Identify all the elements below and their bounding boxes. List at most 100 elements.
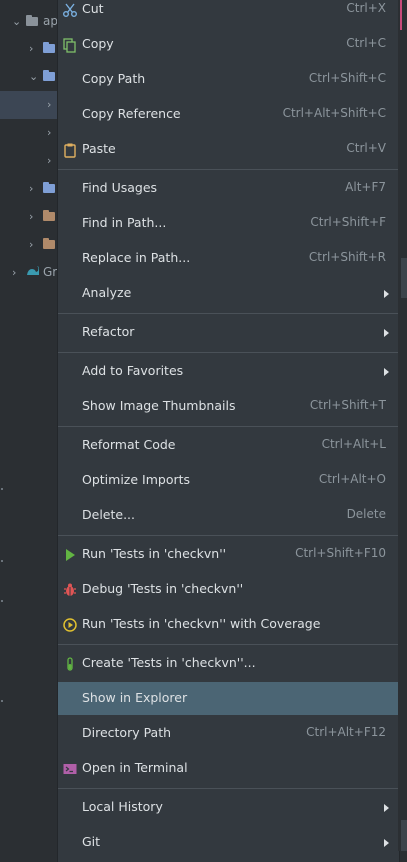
menu-item-copy[interactable]: Copy Ctrl+C xyxy=(58,28,399,61)
debug-icon xyxy=(62,582,78,598)
menu-item-label: Add to Favorites xyxy=(82,363,184,378)
scrollbar-thumb[interactable] xyxy=(401,258,407,298)
menu-item-label: Cut xyxy=(82,1,104,16)
chevron-right-icon[interactable]: › xyxy=(29,210,33,224)
menu-item-copy-path[interactable]: Copy Path Ctrl+Shift+C xyxy=(58,63,399,96)
scrollbar-thumb[interactable] xyxy=(401,820,407,851)
menu-item-find-usages[interactable]: Find Usages Alt+F7 xyxy=(58,172,399,205)
submenu-arrow-icon xyxy=(384,368,389,376)
menu-item-run-with-coverage[interactable]: Run 'Tests in 'checkvn'' with Coverage xyxy=(58,608,399,641)
menu-item-label: Show Image Thumbnails xyxy=(82,398,236,413)
shortcut-label: Delete xyxy=(346,507,386,521)
copy-icon xyxy=(62,37,78,53)
shortcut-label: Ctrl+Shift+F xyxy=(310,215,386,229)
menu-separator xyxy=(58,169,399,170)
menu-item-local-history[interactable]: Local History xyxy=(58,791,399,824)
shortcut-label: Alt+F7 xyxy=(345,180,386,194)
run-icon xyxy=(62,547,78,563)
tree-row-root[interactable]: ⌄ ap xyxy=(0,8,58,36)
tree-row[interactable]: ⌄ xyxy=(0,63,58,91)
menu-item-label: Find Usages xyxy=(82,180,158,195)
tree-row[interactable]: › xyxy=(0,203,58,231)
menu-separator xyxy=(58,352,399,353)
menu-separator xyxy=(58,313,399,314)
shortcut-label: Ctrl+Shift+C xyxy=(308,71,386,85)
folder-icon xyxy=(43,210,55,221)
folder-icon xyxy=(43,238,55,249)
menu-item-label: Optimize Imports xyxy=(82,472,191,487)
chevron-down-icon[interactable]: ⌄ xyxy=(29,70,38,84)
menu-item-paste[interactable]: Paste Ctrl+V xyxy=(58,133,399,166)
tree-root-label: ap xyxy=(43,14,58,28)
tree-row[interactable]: › xyxy=(0,35,58,63)
menu-item-show-in-explorer[interactable]: Show in Explorer xyxy=(58,682,399,715)
tree-row[interactable]: › xyxy=(0,231,58,259)
menu-separator xyxy=(58,535,399,536)
chevron-right-icon[interactable]: › xyxy=(47,126,51,140)
menu-item-run-tests[interactable]: Run 'Tests in 'checkvn'' Ctrl+Shift+F10 xyxy=(58,538,399,571)
menu-item-refactor[interactable]: Refactor xyxy=(58,316,399,349)
shortcut-label: Ctrl+Alt+O xyxy=(318,472,386,486)
folder-icon xyxy=(43,70,55,81)
shortcut-label: Ctrl+Alt+F12 xyxy=(306,725,386,739)
error-marker xyxy=(400,0,402,30)
menu-item-open-in-terminal[interactable]: Open in Terminal xyxy=(58,752,399,785)
chevron-right-icon[interactable]: › xyxy=(29,42,33,56)
scissors-icon xyxy=(62,2,78,18)
menu-item-show-image-thumbnails[interactable]: Show Image Thumbnails Ctrl+Shift+T xyxy=(58,390,399,423)
clipboard-icon xyxy=(62,142,78,158)
menu-item-find-in-path[interactable]: Find in Path... Ctrl+Shift+F xyxy=(58,207,399,240)
menu-item-label: Create 'Tests in 'checkvn''... xyxy=(82,655,256,670)
shortcut-label: Ctrl+Shift+F10 xyxy=(295,546,386,560)
menu-item-label: Paste xyxy=(82,141,116,156)
menu-item-debug-tests[interactable]: Debug 'Tests in 'checkvn'' xyxy=(58,573,399,606)
menu-item-label: Reformat Code xyxy=(82,437,176,452)
menu-item-delete[interactable]: Delete... Delete xyxy=(58,499,399,532)
submenu-arrow-icon xyxy=(384,804,389,812)
menu-item-label: Copy Path xyxy=(82,71,146,86)
chevron-right-icon[interactable]: › xyxy=(29,182,33,196)
menu-item-directory-path[interactable]: Directory Path Ctrl+Alt+F12 xyxy=(58,717,399,750)
chevron-right-icon[interactable]: › xyxy=(47,154,51,168)
menu-item-git[interactable]: Git xyxy=(58,826,399,859)
editor-scroll-strip xyxy=(398,0,407,851)
shortcut-label: Ctrl+Alt+L xyxy=(321,437,386,451)
gradle-icon xyxy=(26,265,40,277)
menu-item-label: Debug 'Tests in 'checkvn'' xyxy=(82,581,244,596)
menu-item-add-to-favorites[interactable]: Add to Favorites xyxy=(58,355,399,388)
chevron-right-icon[interactable]: › xyxy=(12,266,16,280)
menu-item-optimize-imports[interactable]: Optimize Imports Ctrl+Alt+O xyxy=(58,464,399,497)
menu-item-label: Copy Reference xyxy=(82,106,181,121)
menu-item-label: Directory Path xyxy=(82,725,172,740)
menu-item-label: Delete... xyxy=(82,507,135,522)
submenu-arrow-icon xyxy=(384,329,389,337)
tree-row[interactable]: › xyxy=(0,147,58,175)
menu-separator xyxy=(58,644,399,645)
terminal-icon xyxy=(62,761,78,777)
menu-item-reformat-code[interactable]: Reformat Code Ctrl+Alt+L xyxy=(58,429,399,462)
menu-item-label: Local History xyxy=(82,799,163,814)
menu-item-label: Show in Explorer xyxy=(82,690,188,705)
tree-row[interactable]: › xyxy=(0,119,58,147)
tree-row-gradle[interactable]: › Gr xyxy=(0,259,58,287)
menu-item-cut[interactable]: Cut Ctrl+X xyxy=(58,0,399,26)
folder-icon xyxy=(43,42,55,53)
chevron-right-icon[interactable]: › xyxy=(47,98,51,112)
shortcut-label: Ctrl+V xyxy=(346,141,386,155)
menu-item-copy-reference[interactable]: Copy Reference Ctrl+Alt+Shift+C xyxy=(58,98,399,131)
chevron-down-icon[interactable]: ⌄ xyxy=(12,15,21,29)
menu-item-replace-in-path[interactable]: Replace in Path... Ctrl+Shift+R xyxy=(58,242,399,275)
shortcut-label: Ctrl+C xyxy=(346,36,386,50)
chevron-right-icon[interactable]: › xyxy=(29,238,33,252)
submenu-arrow-icon xyxy=(384,839,389,847)
menu-item-create-tests[interactable]: Create 'Tests in 'checkvn''... xyxy=(58,647,399,680)
menu-item-label: Run 'Tests in 'checkvn'' xyxy=(82,546,227,561)
shortcut-label: Ctrl+Alt+Shift+C xyxy=(282,106,386,120)
menu-item-analyze[interactable]: Analyze xyxy=(58,277,399,310)
tree-row[interactable]: › xyxy=(0,175,58,203)
menu-item-label: Refactor xyxy=(82,324,135,339)
menu-separator xyxy=(58,788,399,789)
tree-row-selected[interactable]: › xyxy=(0,91,58,119)
menu-item-label: Copy xyxy=(82,36,114,51)
shortcut-label: Ctrl+Shift+R xyxy=(308,250,386,264)
